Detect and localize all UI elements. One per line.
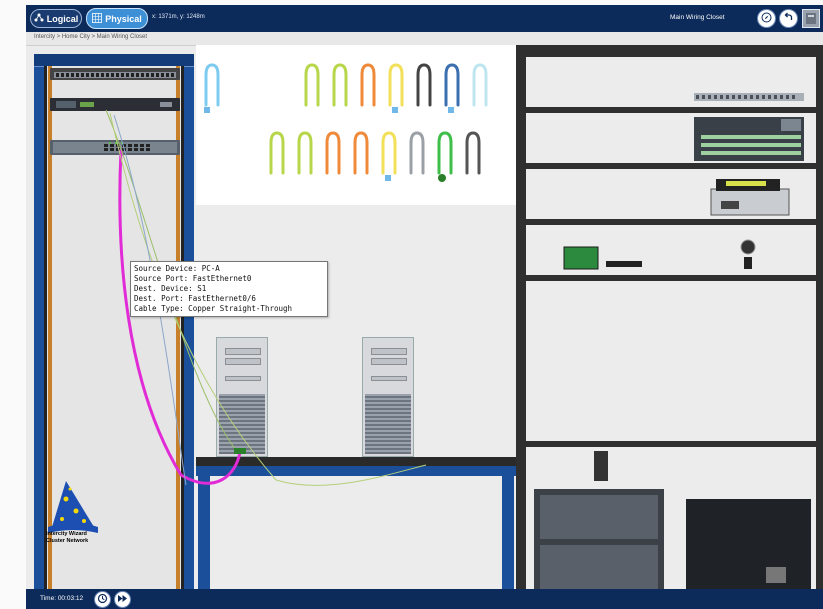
pc-a-port[interactable]	[234, 448, 246, 454]
tooltip-dest-port: Dest. Port: FastEthernet0/6	[134, 294, 256, 303]
wizard-hat-icon[interactable]	[48, 475, 98, 535]
fast-forward-button[interactable]	[114, 591, 131, 608]
wizard-label-line2: Cluster Network	[46, 538, 89, 544]
simulation-time: Time: 00:03:12	[40, 595, 84, 602]
tooltip-cable-type: Cable Type: Copper Straight-Through	[134, 304, 293, 313]
wizard-label-line1: Intercity Wizard	[46, 531, 87, 537]
wizard-label: Intercity Wizard Cluster Network	[46, 531, 106, 545]
fast-forward-icon	[117, 593, 128, 607]
tooltip-source-device: Source Device: PC-A	[134, 264, 220, 273]
reset-time-button[interactable]	[94, 591, 111, 608]
tooltip-dest-device: Dest. Device: S1	[134, 284, 207, 293]
tooltip-source-port: Source Port: FastEthernet0	[134, 274, 252, 283]
cable-info-tooltip: Source Device: PC-A Source Port: FastEth…	[130, 261, 328, 317]
bottom-toolbar: Time: 00:03:12	[26, 589, 823, 609]
reset-clock-icon	[97, 593, 108, 607]
packet-tracer-workspace: Logical Physical x: 1371m, y: 1248m Main…	[26, 5, 823, 609]
